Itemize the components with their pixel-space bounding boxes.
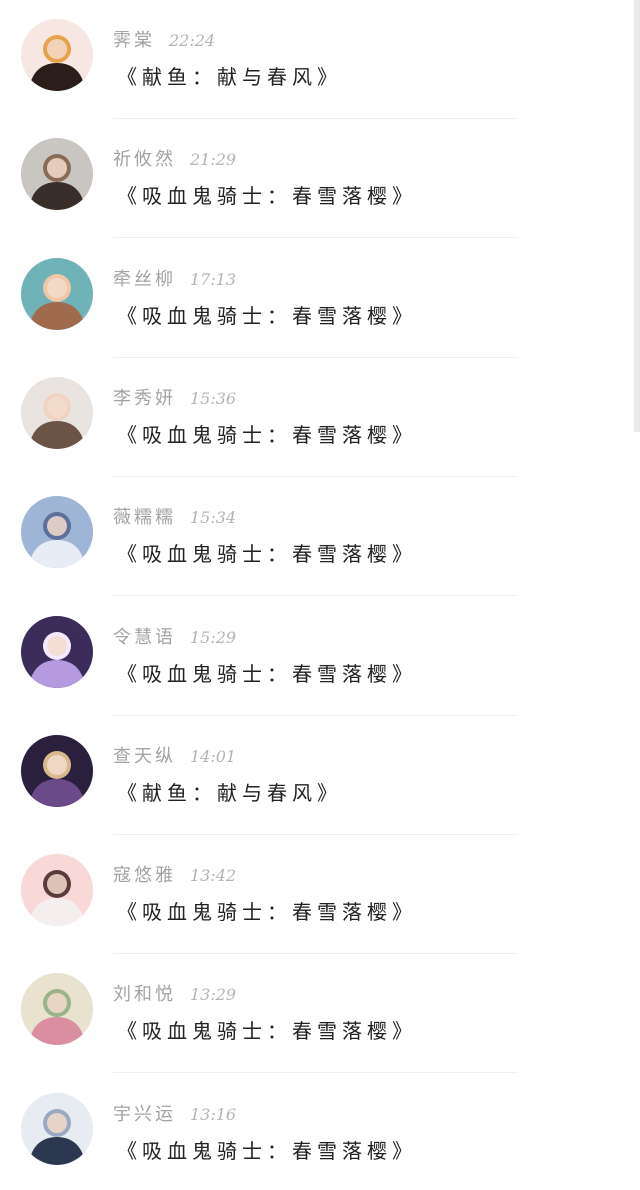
comment-time: 15:36 bbox=[190, 389, 237, 408]
avatar-girl-cartoon-icon[interactable] bbox=[21, 19, 93, 91]
comment-row[interactable]: 祈攸然 21:29 《吸血鬼骑士：春雪落樱》 bbox=[0, 119, 640, 238]
comment-meta: 薇糯糯 15:34 bbox=[113, 503, 236, 529]
comment-time: 15:34 bbox=[190, 508, 237, 527]
user-name[interactable]: 祈攸然 bbox=[113, 145, 176, 171]
user-name[interactable]: 查天纵 bbox=[113, 742, 176, 768]
comment-message: 《吸血鬼骑士：春雪落樱》 bbox=[117, 423, 417, 447]
avatar-anime-purple-icon[interactable] bbox=[21, 616, 93, 688]
avatar-pink-blob-icon[interactable] bbox=[21, 854, 93, 926]
avatar-woman-photo-icon[interactable] bbox=[21, 377, 93, 449]
avatar-anime-room-icon[interactable] bbox=[21, 1093, 93, 1165]
comment-meta: 寇悠雅 13:42 bbox=[113, 861, 236, 887]
user-name[interactable]: 刘和悦 bbox=[113, 980, 176, 1006]
comment-meta: 牵丝柳 17:13 bbox=[113, 265, 236, 291]
user-name[interactable]: 牵丝柳 bbox=[113, 265, 176, 291]
comment-time: 14:01 bbox=[190, 747, 237, 766]
user-name[interactable]: 李秀妍 bbox=[113, 384, 176, 410]
comment-message: 《吸血鬼骑士：春雪落樱》 bbox=[117, 542, 417, 566]
comment-time: 22:24 bbox=[169, 31, 216, 50]
comment-meta: 李秀妍 15:36 bbox=[113, 384, 236, 410]
comment-meta: 令慧语 15:29 bbox=[113, 623, 236, 649]
avatar-anime-dark-icon[interactable] bbox=[21, 735, 93, 807]
comment-row[interactable]: 寇悠雅 13:42 《吸血鬼骑士：春雪落樱》 bbox=[0, 835, 640, 954]
avatar-anime-blue-icon[interactable] bbox=[21, 496, 93, 568]
comment-time: 21:29 bbox=[190, 150, 237, 169]
comment-meta: 刘和悦 13:29 bbox=[113, 980, 236, 1006]
comment-meta: 祈攸然 21:29 bbox=[113, 145, 236, 171]
comment-message: 《献鱼：献与春风》 bbox=[117, 781, 342, 805]
row-divider bbox=[113, 1072, 518, 1073]
avatar-child-photo-icon[interactable] bbox=[21, 258, 93, 330]
comment-time: 13:29 bbox=[190, 985, 237, 1004]
row-divider bbox=[113, 595, 518, 596]
comment-row[interactable]: 宇兴运 13:16 《吸血鬼骑士：春雪落樱》 bbox=[0, 1074, 640, 1190]
user-name[interactable]: 宇兴运 bbox=[113, 1100, 176, 1126]
comment-time: 17:13 bbox=[190, 270, 237, 289]
comment-time: 13:42 bbox=[190, 866, 237, 885]
comment-row[interactable]: 令慧语 15:29 《吸血鬼骑士：春雪落樱》 bbox=[0, 597, 640, 716]
comment-message: 《献鱼：献与春风》 bbox=[117, 65, 342, 89]
comment-meta: 宇兴运 13:16 bbox=[113, 1100, 236, 1126]
comment-message: 《吸血鬼骑士：春雪落樱》 bbox=[117, 1019, 417, 1043]
row-divider bbox=[113, 237, 518, 238]
user-name[interactable]: 霁棠 bbox=[113, 26, 155, 52]
user-name[interactable]: 寇悠雅 bbox=[113, 861, 176, 887]
comment-message: 《吸血鬼骑士：春雪落樱》 bbox=[117, 662, 417, 686]
comment-row[interactable]: 查天纵 14:01 《献鱼：献与春风》 bbox=[0, 716, 640, 835]
comment-list-page: 霁棠 22:24 《献鱼：献与春风》 祈攸然 21:29 《吸血鬼骑士：春雪落樱》 牵丝柳 1… bbox=[0, 0, 640, 1190]
comment-message: 《吸血鬼骑士：春雪落樱》 bbox=[117, 900, 417, 924]
avatar-book-photo-icon[interactable] bbox=[21, 973, 93, 1045]
comment-row[interactable]: 霁棠 22:24 《献鱼：献与春风》 bbox=[0, 0, 640, 119]
comment-row[interactable]: 刘和悦 13:29 《吸血鬼骑士：春雪落樱》 bbox=[0, 954, 640, 1073]
comment-time: 13:16 bbox=[190, 1105, 237, 1124]
comment-row[interactable]: 李秀妍 15:36 《吸血鬼骑士：春雪落樱》 bbox=[0, 358, 640, 477]
comment-message: 《吸血鬼骑士：春雪落樱》 bbox=[117, 304, 417, 328]
comment-message: 《吸血鬼骑士：春雪落樱》 bbox=[117, 1139, 417, 1163]
comment-row[interactable]: 牵丝柳 17:13 《吸血鬼骑士：春雪落樱》 bbox=[0, 239, 640, 358]
comment-row[interactable]: 薇糯糯 15:34 《吸血鬼骑士：春雪落樱》 bbox=[0, 477, 640, 596]
comment-meta: 查天纵 14:01 bbox=[113, 742, 236, 768]
comment-time: 15:29 bbox=[190, 628, 237, 647]
comment-meta: 霁棠 22:24 bbox=[113, 26, 215, 52]
user-name[interactable]: 令慧语 bbox=[113, 623, 176, 649]
user-name[interactable]: 薇糯糯 bbox=[113, 503, 176, 529]
comment-message: 《吸血鬼骑士：春雪落樱》 bbox=[117, 184, 417, 208]
avatar-photo-dark-icon[interactable] bbox=[21, 138, 93, 210]
